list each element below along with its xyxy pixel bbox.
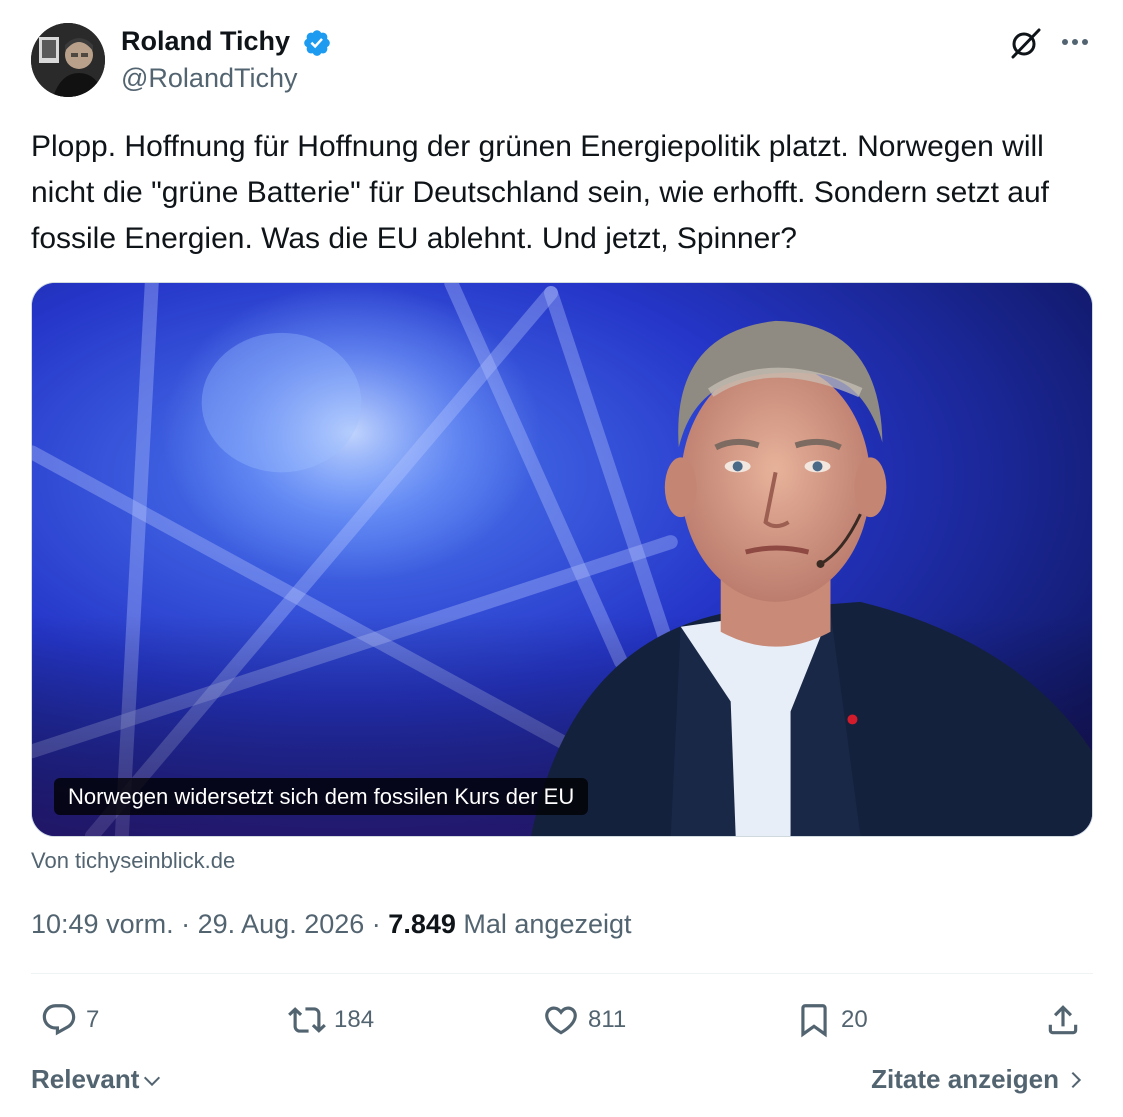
chevron-down-icon xyxy=(144,1076,161,1087)
bookmark-button[interactable]: 20 xyxy=(795,1000,868,1040)
heart-icon xyxy=(545,1006,577,1035)
repost-count: 184 xyxy=(334,1006,375,1033)
avatar-image xyxy=(31,23,105,97)
card-source-link[interactable]: Von tichyseinblick.de xyxy=(31,847,235,875)
link-card[interactable]: Norwegen widersetzt sich dem fossilen Ku… xyxy=(31,282,1093,837)
repost-icon xyxy=(288,1007,326,1033)
tweet-text: Plopp. Hoffnung für Hoffnung der grünen … xyxy=(31,130,1049,255)
card-photo xyxy=(32,283,1092,836)
card-caption: Norwegen widersetzt sich dem fossilen Ku… xyxy=(54,778,589,815)
tweet-time[interactable]: 10:49 vorm. xyxy=(31,909,174,939)
meta-separator: · xyxy=(371,909,381,939)
view-quotes-link[interactable]: Zitate anzeigen xyxy=(871,1062,1087,1096)
avatar[interactable] xyxy=(31,23,105,97)
views-label: Mal angezeigt xyxy=(463,909,632,939)
tweet-date[interactable]: 29. Aug. 2026 xyxy=(198,909,365,939)
like-button[interactable]: 811 xyxy=(542,1000,626,1040)
share-icon xyxy=(1048,1005,1078,1035)
grok-icon[interactable] xyxy=(1008,26,1042,60)
bookmark-count: 20 xyxy=(841,1006,868,1033)
like-count: 811 xyxy=(588,1006,627,1033)
quotes-label: Zitate anzeigen xyxy=(871,1064,1059,1094)
more-dots-icon[interactable] xyxy=(1058,28,1092,56)
share-button[interactable] xyxy=(1044,1000,1082,1040)
author-handle[interactable]: @RolandTichy xyxy=(121,62,297,94)
reply-count: 7 xyxy=(86,1006,100,1033)
tweet-meta: 10:49 vorm. · 29. Aug. 2026 · 7.849 Mal … xyxy=(31,906,632,942)
author-name[interactable]: Roland Tichy xyxy=(121,25,290,57)
bookmark-icon xyxy=(801,1004,827,1038)
divider xyxy=(31,973,1093,974)
chevron-right-icon xyxy=(1071,1071,1082,1089)
reply-button[interactable]: 7 xyxy=(40,1000,99,1040)
sort-label: Relevant xyxy=(31,1064,140,1094)
meta-separator: · xyxy=(181,909,191,939)
repost-button[interactable]: 184 xyxy=(288,1000,374,1040)
verified-badge-icon xyxy=(304,30,330,56)
reply-icon xyxy=(42,1004,76,1036)
sort-dropdown[interactable]: Relevant xyxy=(31,1062,163,1096)
views-count: 7.849 xyxy=(388,909,456,939)
